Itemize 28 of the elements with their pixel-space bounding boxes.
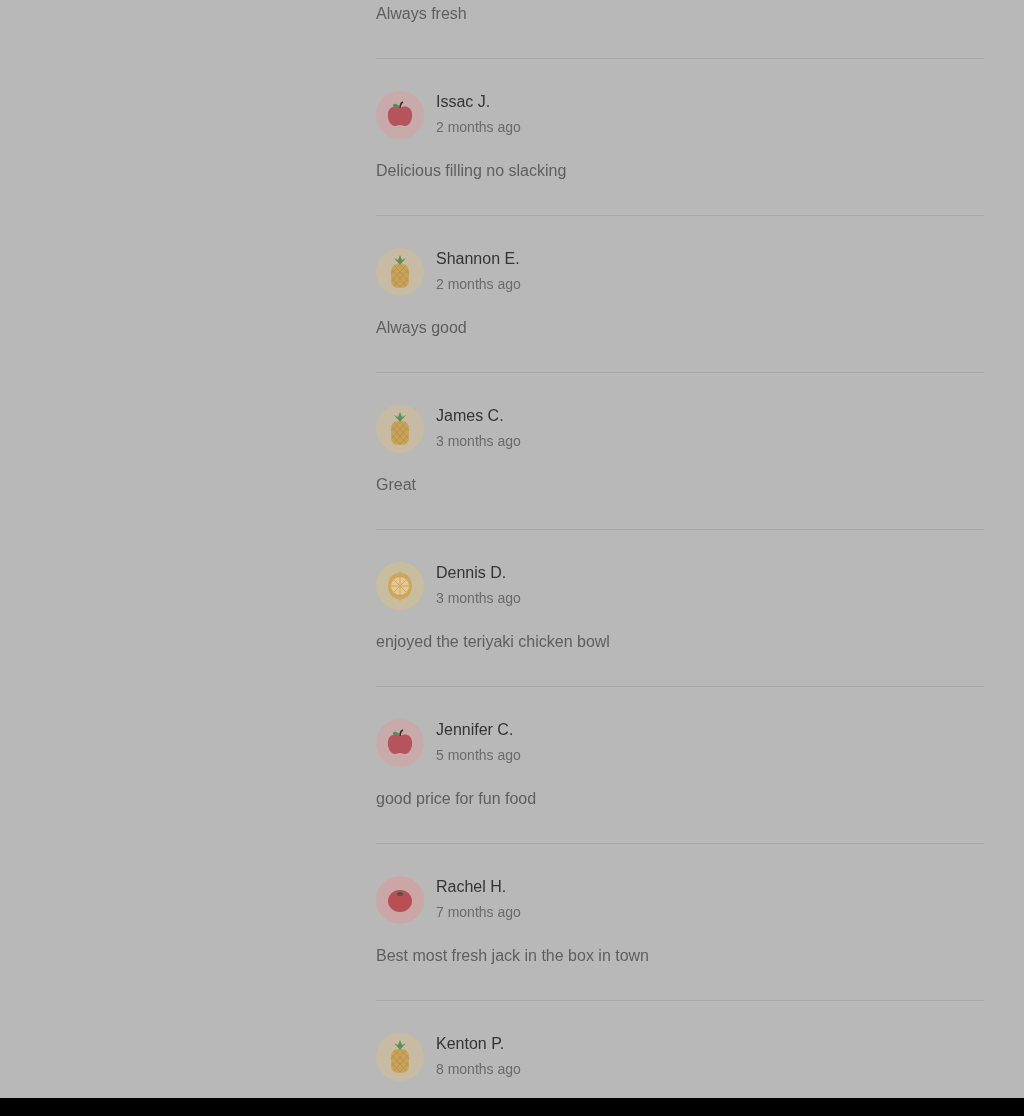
review-text: Always fresh bbox=[376, 4, 468, 24]
tomato-icon bbox=[376, 876, 424, 924]
review-date: 8 months ago bbox=[436, 1060, 521, 1078]
reviewer-name: James C. bbox=[436, 406, 504, 426]
review-date: 7 months ago bbox=[436, 903, 521, 921]
reviewer-name: Shannon E. bbox=[436, 249, 520, 269]
review-text: Delicious filling no slacking bbox=[376, 161, 568, 181]
review-text: Always good bbox=[376, 318, 468, 338]
review-text: Best most fresh jack in the box in town bbox=[376, 946, 650, 966]
reviewer-name: Jennifer C. bbox=[436, 720, 514, 740]
apple-icon bbox=[376, 91, 424, 139]
pineapple-icon bbox=[376, 405, 424, 453]
review-text: good price for fun food bbox=[376, 789, 538, 809]
reviewer-name: Issac J. bbox=[436, 92, 491, 112]
apple-icon bbox=[376, 719, 424, 767]
lemon-slice-icon bbox=[376, 562, 424, 610]
review-date: 2 months ago bbox=[436, 275, 521, 293]
reviewer-name: Kenton P. bbox=[436, 1034, 505, 1054]
review-date: 2 months ago bbox=[436, 118, 521, 136]
pineapple-icon bbox=[376, 248, 424, 296]
reviewer-name: Rachel H. bbox=[436, 877, 507, 897]
reviewer-name: Dennis D. bbox=[436, 563, 507, 583]
review-date: 3 months ago bbox=[436, 432, 521, 450]
review-date: 5 months ago bbox=[436, 746, 521, 764]
review-date: 3 months ago bbox=[436, 589, 521, 607]
pineapple-icon bbox=[376, 1033, 424, 1081]
review-text: enjoyed the teriyaki chicken bowl bbox=[376, 632, 611, 652]
review-text: Great bbox=[376, 475, 417, 495]
